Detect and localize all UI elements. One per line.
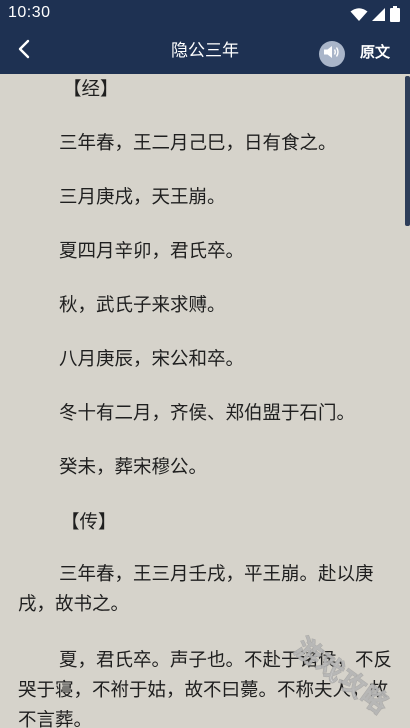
signal-icon: [372, 7, 386, 26]
status-bar: 10:30: [0, 0, 410, 28]
section-heading-zhuan: 【传】: [61, 512, 117, 533]
zhuan-paragraph: 三年春，王三月壬戌，平王崩。赴以庚戌，故书之。: [18, 564, 374, 615]
nav-bar: 隐公三年 原文: [0, 28, 410, 74]
status-icons: [350, 6, 400, 26]
jing-line: 冬十有二月，齐侯、郑伯盟于石门。: [59, 403, 356, 424]
speaker-icon: [323, 44, 341, 64]
jing-line: 三年春，王二月己巳，日有食之。: [59, 133, 337, 154]
jing-line: 八月庚辰，宋公和卒。: [59, 349, 245, 370]
scrollbar[interactable]: [405, 76, 410, 226]
reading-content[interactable]: 【经】 三年春，王二月己巳，日有食之。 三月庚戌，天王崩。 夏四月辛卯，君氏卒。…: [0, 74, 410, 728]
jing-line: 秋，武氏子来求赙。: [59, 295, 226, 316]
original-text-button[interactable]: 原文: [360, 42, 390, 62]
jing-line: 癸未，葬宋穆公。: [59, 457, 208, 478]
status-time: 10:30: [8, 4, 51, 21]
wifi-icon: [350, 7, 368, 26]
audio-button[interactable]: [319, 41, 345, 67]
page-title: 隐公三年: [171, 41, 239, 61]
chevron-left-icon: [17, 39, 31, 63]
battery-icon: [390, 6, 400, 26]
section-heading-jing: 【经】: [63, 79, 119, 100]
back-button[interactable]: [8, 35, 40, 67]
jing-line: 夏四月辛卯，君氏卒。: [59, 241, 245, 262]
jing-line: 三月庚戌，天王崩。: [59, 187, 226, 208]
